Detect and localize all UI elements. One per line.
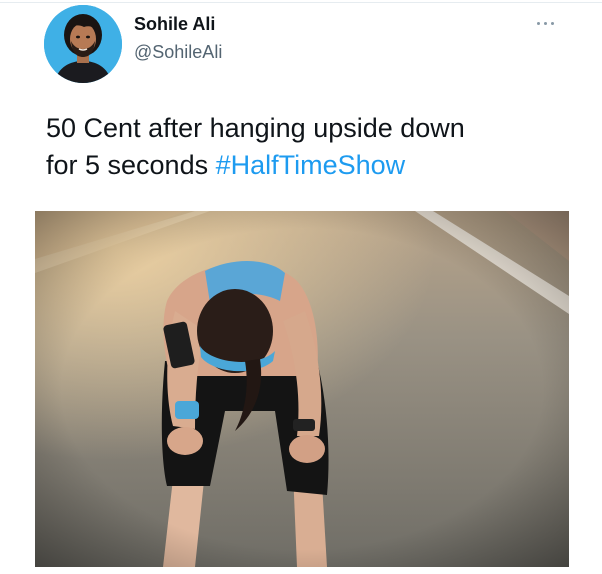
tweet-text-line-1: 50 Cent after hanging upside down bbox=[46, 113, 465, 143]
tweet-card: Sohile Ali @SohileAli 50 Cent after hang… bbox=[0, 0, 602, 574]
avatar[interactable] bbox=[44, 5, 122, 83]
ellipsis-icon bbox=[537, 22, 540, 25]
more-options-button[interactable] bbox=[533, 12, 561, 34]
tweet-text-line-2: for 5 seconds bbox=[46, 150, 216, 180]
tweet-media-image[interactable] bbox=[35, 211, 569, 567]
tweet-text: 50 Cent after hanging upside down for 5 … bbox=[46, 110, 566, 184]
hashtag-link[interactable]: #HalfTimeShow bbox=[216, 150, 406, 180]
person-portrait-icon bbox=[44, 5, 122, 83]
author-handle[interactable]: @SohileAli bbox=[134, 42, 222, 63]
divider bbox=[0, 2, 602, 3]
runner-photo bbox=[35, 211, 569, 567]
author-display-name[interactable]: Sohile Ali bbox=[134, 14, 215, 35]
